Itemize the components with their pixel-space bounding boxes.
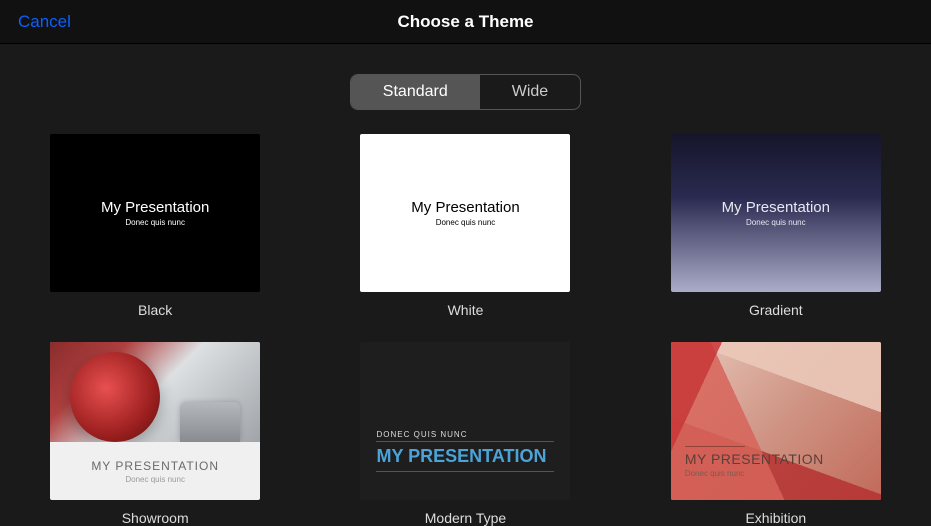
thumb-subtitle: Donec quis nunc [685,469,824,478]
cancel-button[interactable]: Cancel [18,12,71,32]
theme-card-white[interactable]: My Presentation Donec quis nunc White [360,134,570,318]
thumb-text-area: MY PRESENTATION Donec quis nunc [685,446,824,478]
theme-thumbnail-modern-type: DONEC QUIS NUNC MY PRESENTATION [360,342,570,500]
thumb-subtitle: Donec quis nunc [125,218,185,227]
theme-card-exhibition[interactable]: MY PRESENTATION Donec quis nunc Exhibiti… [671,342,881,526]
divider [376,441,554,442]
thumb-title: MY PRESENTATION [50,459,260,473]
theme-card-showroom[interactable]: MY PRESENTATION Donec quis nunc Showroom [50,342,260,526]
theme-label: White [448,302,484,318]
theme-thumbnail-showroom: MY PRESENTATION Donec quis nunc [50,342,260,500]
aspect-ratio-toggle-container: Standard Wide [0,44,931,134]
aspect-ratio-segmented-control: Standard Wide [350,74,581,110]
thumb-subtitle: Donec quis nunc [746,218,806,227]
thumb-subtitle: Donec quis nunc [436,218,496,227]
divider [685,446,745,447]
theme-thumbnail-gradient: My Presentation Donec quis nunc [671,134,881,292]
theme-card-gradient[interactable]: My Presentation Donec quis nunc Gradient [671,134,881,318]
theme-thumbnail-black: My Presentation Donec quis nunc [50,134,260,292]
showroom-image [50,342,260,442]
thumb-title: My Presentation [101,199,209,216]
theme-thumbnail-white: My Presentation Donec quis nunc [360,134,570,292]
thumb-title: My Presentation [411,199,519,216]
segment-wide[interactable]: Wide [480,75,580,109]
thumb-title: MY PRESENTATION [376,446,546,467]
theme-card-modern-type[interactable]: DONEC QUIS NUNC MY PRESENTATION Modern T… [360,342,570,526]
theme-label: Black [138,302,172,318]
thumb-title: My Presentation [722,199,830,216]
thumb-title: MY PRESENTATION [685,451,824,467]
thumb-subtitle: Donec quis nunc [50,475,260,484]
thumb-text-area: MY PRESENTATION Donec quis nunc [50,459,260,484]
segment-standard[interactable]: Standard [351,75,480,109]
theme-thumbnail-exhibition: MY PRESENTATION Donec quis nunc [671,342,881,500]
divider [376,471,554,472]
theme-card-black[interactable]: My Presentation Donec quis nunc Black [50,134,260,318]
header-bar: Cancel Choose a Theme [0,0,931,44]
theme-label: Gradient [749,302,803,318]
page-title: Choose a Theme [397,12,533,32]
theme-grid: My Presentation Donec quis nunc Black My… [0,134,931,526]
thumb-subtitle: DONEC QUIS NUNC [376,430,467,439]
